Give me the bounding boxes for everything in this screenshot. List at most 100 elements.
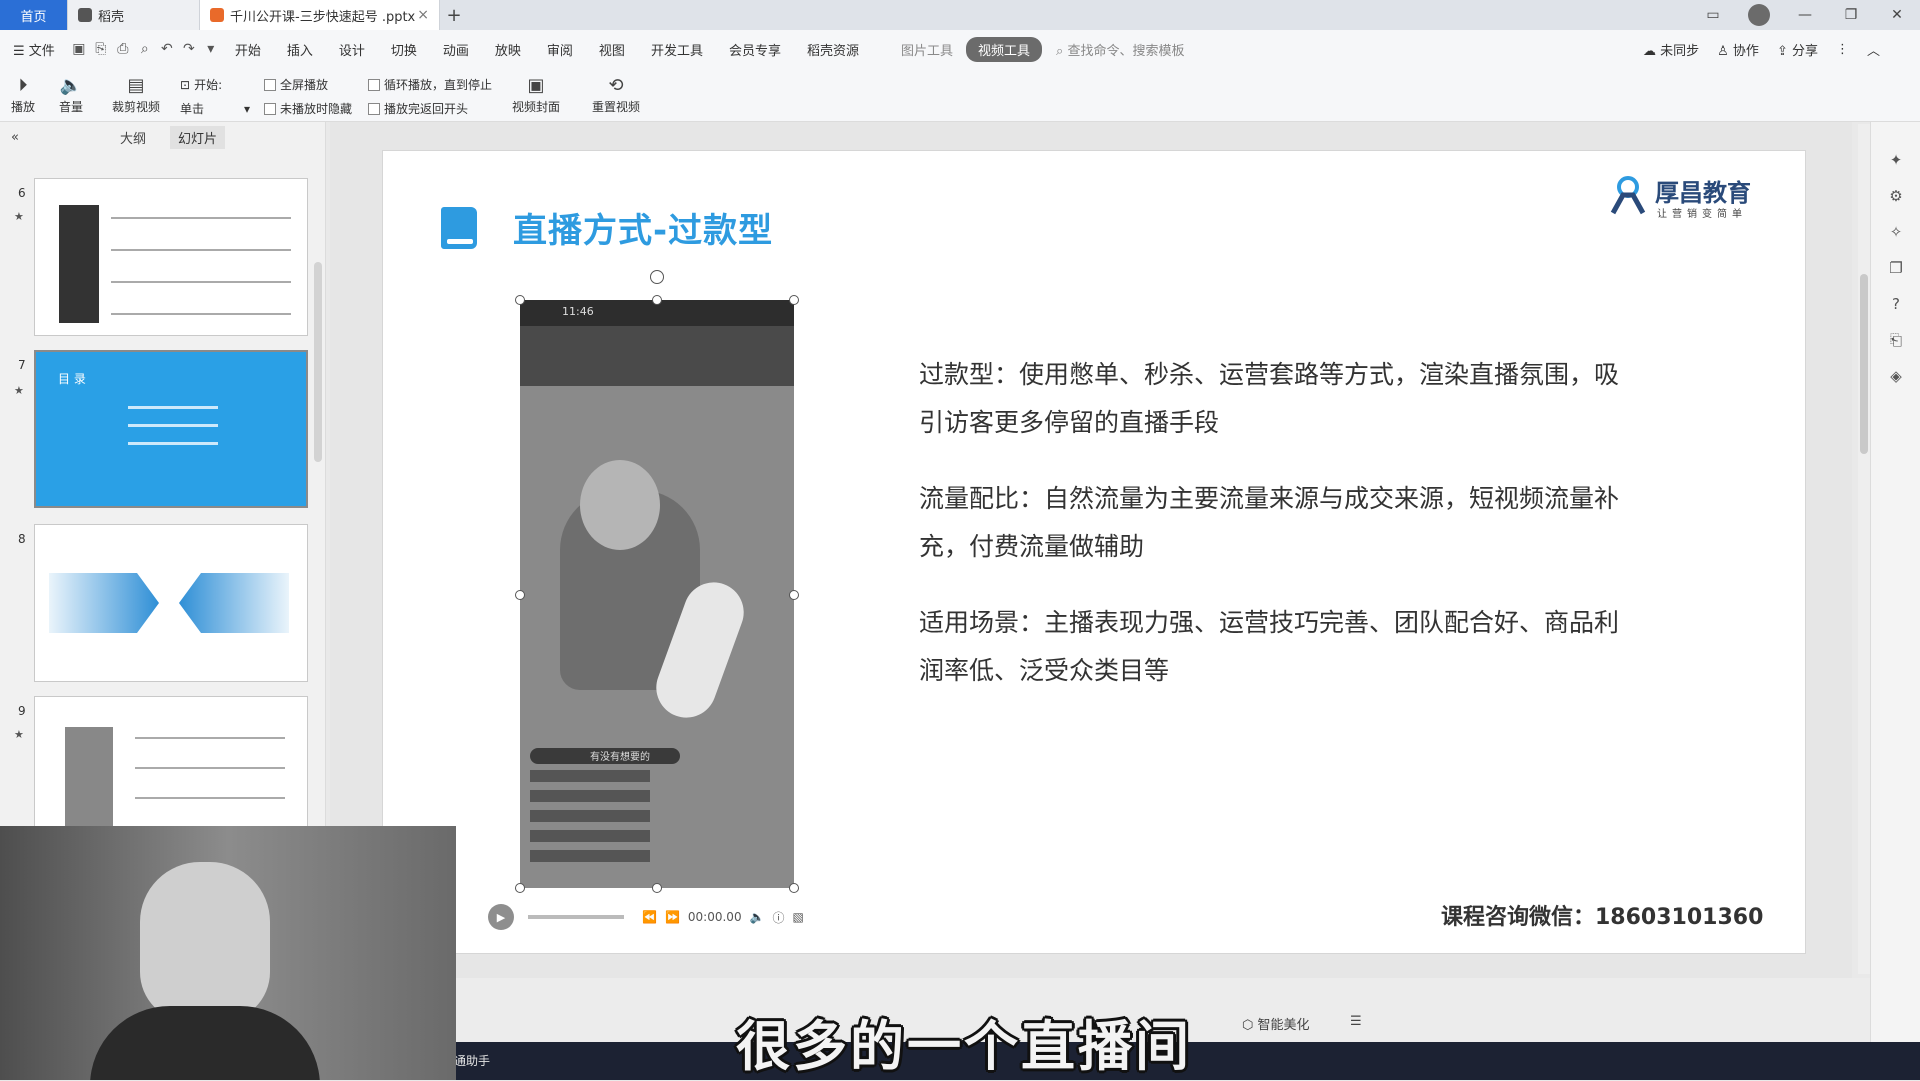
location-icon[interactable]: ◈ xyxy=(1871,358,1920,394)
paragraph-scenario[interactable]: 适用场景：主播表现力强、运营技巧完善、团队配合好、商品利润率低、泛受众类目等 xyxy=(919,599,1639,695)
right-menu: ☁ 未同步 ♙ 协作 ⇪ 分享 ⋮ ︿ xyxy=(1625,30,1880,68)
contact-text[interactable]: 课程咨询微信：18603101360 xyxy=(1441,899,1763,931)
menu-slideshow[interactable]: 放映 xyxy=(482,40,534,59)
close-icon[interactable]: × xyxy=(417,7,429,23)
thumb-video-shape xyxy=(65,727,113,835)
volume-icon: 🔈 xyxy=(59,74,83,96)
copy-icon[interactable]: ❐ xyxy=(1871,250,1920,286)
rewind-checkbox[interactable]: 播放完返回开头 xyxy=(368,100,468,117)
volume-icon[interactable]: 🔈 xyxy=(750,910,765,924)
menu-start[interactable]: 开始 xyxy=(222,40,274,59)
menu-animation[interactable]: 动画 xyxy=(430,40,482,59)
slide-thumb-8[interactable] xyxy=(34,524,308,682)
start-select[interactable]: 单击 ▾ xyxy=(180,100,250,117)
collapse-panel-icon[interactable]: « xyxy=(0,130,30,145)
logo-mark-icon xyxy=(1610,176,1646,215)
menu-developer[interactable]: 开发工具 xyxy=(638,40,716,59)
export-icon[interactable]: ⎘ xyxy=(90,41,112,57)
undo-icon[interactable]: ↶ xyxy=(156,41,178,57)
sync-button[interactable]: ☁ 未同步 xyxy=(1643,40,1699,59)
loop-checkbox[interactable]: 循环播放，直到停止 xyxy=(368,76,492,93)
restore-button[interactable]: ❐ xyxy=(1828,7,1874,23)
forward-icon[interactable]: ⏩ xyxy=(665,910,680,924)
thumb-line xyxy=(111,249,291,251)
cover-icon: ▣ xyxy=(527,74,545,96)
share-label: 分享 xyxy=(1791,43,1818,59)
menu-video-tools[interactable]: 视频工具 xyxy=(966,36,1043,62)
image-icon[interactable]: ▧ xyxy=(793,910,804,924)
print-icon[interactable]: ⎙ xyxy=(112,41,134,57)
save-icon[interactable]: ▣ xyxy=(68,41,90,57)
resize-handle[interactable] xyxy=(515,295,525,305)
tab-document[interactable]: 千川公开课-三步快速起号 .pptx × xyxy=(200,0,440,30)
hide-checkbox[interactable]: 未播放时隐藏 xyxy=(264,100,352,117)
slide-thumb-7[interactable]: 目 录 xyxy=(34,350,308,508)
backup-icon[interactable]: ⎗ xyxy=(1871,322,1920,358)
beautify-button[interactable]: ⬡ 智能美化 xyxy=(1242,1014,1310,1033)
preview-icon[interactable]: ⌕ xyxy=(134,41,156,57)
menu-review[interactable]: 审阅 xyxy=(534,40,586,59)
menu-transition[interactable]: 切换 xyxy=(378,40,430,59)
slide-thumb-6[interactable] xyxy=(34,178,308,336)
resize-handle[interactable] xyxy=(789,295,799,305)
volume-button[interactable]: 🔈 音量 xyxy=(58,72,84,115)
canvas-scrollbar[interactable] xyxy=(1858,124,1870,974)
resize-handle[interactable] xyxy=(652,295,662,305)
thumb-line xyxy=(128,442,218,445)
share-button[interactable]: ⇪ 分享 xyxy=(1777,40,1818,59)
thumb-line xyxy=(135,767,285,769)
tab-docer[interactable]: 稻壳 xyxy=(68,0,200,30)
trim-video-button[interactable]: ▤ 裁剪视频 xyxy=(112,72,160,115)
video-play-button[interactable]: ▶ xyxy=(488,904,514,930)
resize-handle[interactable] xyxy=(652,883,662,893)
new-tab-button[interactable]: + xyxy=(440,5,468,26)
properties-icon[interactable]: ⚙ xyxy=(1871,178,1920,214)
play-button[interactable]: ⏵ 播放 xyxy=(10,72,36,115)
menu-insert[interactable]: 插入 xyxy=(274,40,326,59)
notes-toggle-icon[interactable]: ☰ xyxy=(1350,1014,1362,1029)
rewind-icon[interactable]: ⏪ xyxy=(642,910,657,924)
panel-scrollbar[interactable] xyxy=(314,262,322,462)
file-menu-label: 文件 xyxy=(28,43,55,59)
video-cover-button[interactable]: ▣ 视频封面 xyxy=(512,72,560,115)
menu-member[interactable]: 会员专享 xyxy=(716,40,794,59)
pin-icon[interactable]: ✧ xyxy=(1871,214,1920,250)
avatar[interactable] xyxy=(1748,4,1770,26)
resize-handle[interactable] xyxy=(515,883,525,893)
slide-title[interactable]: 直播方式-过款型 xyxy=(513,203,773,252)
animation-icon[interactable]: ✦ xyxy=(1871,142,1920,178)
resize-handle[interactable] xyxy=(515,590,525,600)
menu-docer-resources[interactable]: 稻壳资源 xyxy=(794,40,872,59)
reset-video-button[interactable]: ⟲ 重置视频 xyxy=(592,72,640,115)
tab-slides[interactable]: 幻灯片 xyxy=(170,125,226,149)
info-icon[interactable]: ⓘ xyxy=(773,909,785,926)
paragraph-traffic[interactable]: 流量配比：自然流量为主要流量来源与成交来源，短视频流量补充，付费流量做辅助 xyxy=(919,475,1639,571)
rotate-handle[interactable] xyxy=(650,270,664,284)
resize-handle[interactable] xyxy=(789,590,799,600)
menu-view[interactable]: 视图 xyxy=(586,40,638,59)
checkbox-box xyxy=(368,102,380,115)
file-menu[interactable]: ☰ 文件 xyxy=(0,40,68,59)
more-options-icon[interactable]: ⋮ xyxy=(1836,42,1849,57)
close-window-button[interactable]: ✕ xyxy=(1874,7,1920,23)
menu-picture-tools[interactable]: 图片工具 xyxy=(888,40,966,59)
collab-button[interactable]: ♙ 协作 xyxy=(1717,40,1759,59)
fullscreen-checkbox[interactable]: 全屏播放 xyxy=(264,76,328,93)
layout-icon[interactable]: ▭ xyxy=(1690,7,1736,23)
tab-outline[interactable]: 大纲 xyxy=(120,128,146,147)
resize-handle[interactable] xyxy=(789,883,799,893)
video-frame[interactable]: 11:46 有没有想要的 xyxy=(520,300,794,888)
more-icon[interactable]: ▾ xyxy=(200,41,222,57)
video-progress-bar[interactable] xyxy=(528,915,624,919)
scroll-thumb[interactable] xyxy=(1860,274,1868,454)
tab-home[interactable]: 首页 xyxy=(0,0,68,30)
collapse-ribbon-icon[interactable]: ︿ xyxy=(1867,40,1880,59)
help-icon[interactable]: ? xyxy=(1871,286,1920,322)
minimize-button[interactable]: — xyxy=(1782,7,1828,23)
taskbar-app-label[interactable]: 通助手 xyxy=(454,1052,490,1069)
menu-design[interactable]: 设计 xyxy=(326,40,378,59)
command-search[interactable]: ⌕ 查找命令、搜索模板 xyxy=(1056,40,1184,59)
paragraph-type[interactable]: 过款型：使用憋单、秒杀、运营套路等方式，渲染直播氛围，吸引访客更多停留的直播手段 xyxy=(919,351,1639,447)
redo-icon[interactable]: ↷ xyxy=(178,41,200,57)
slide-thumb-9[interactable] xyxy=(34,696,308,836)
